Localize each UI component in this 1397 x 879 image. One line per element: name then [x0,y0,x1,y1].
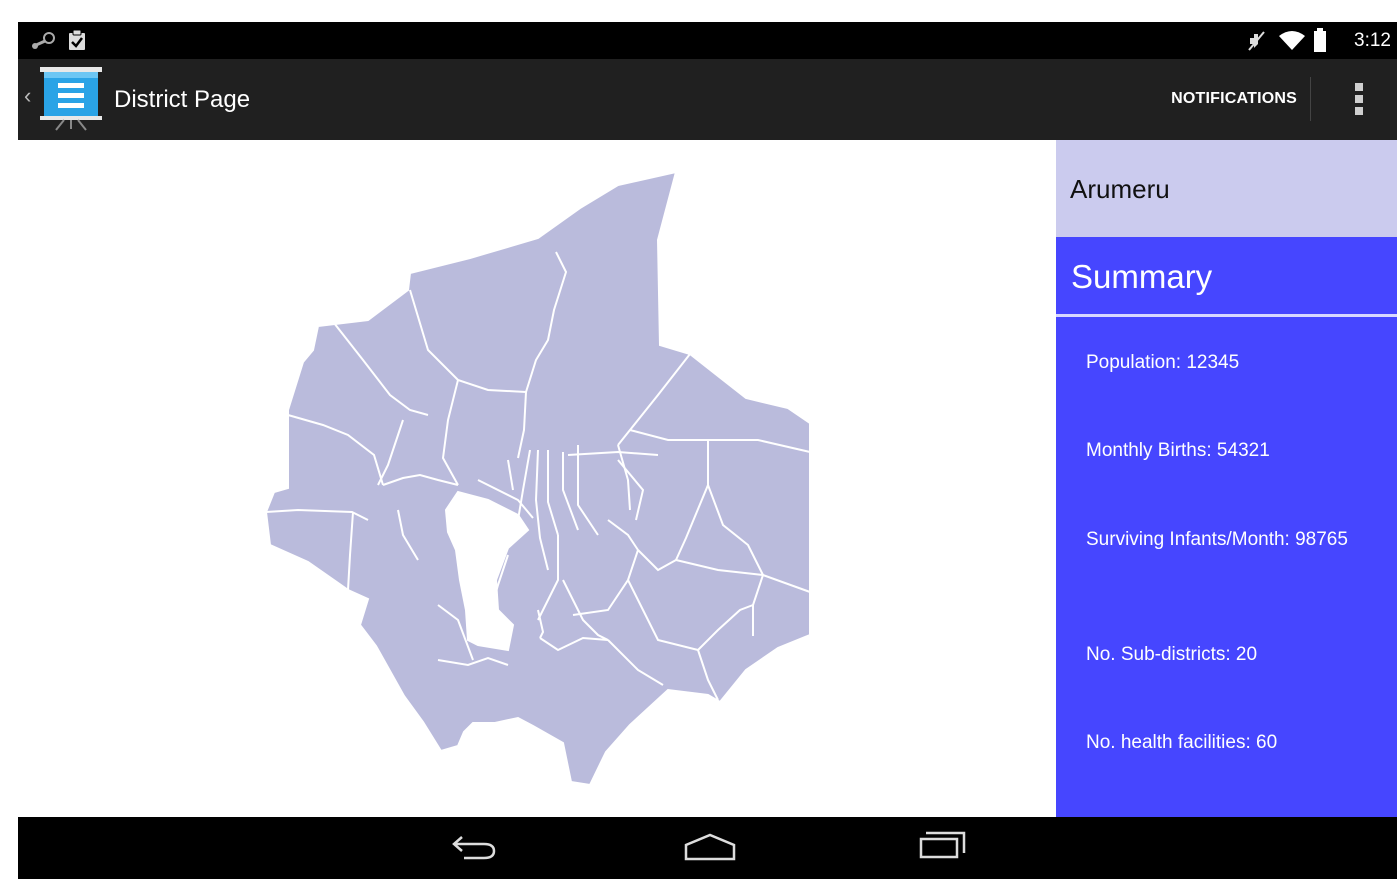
navigation-bar [18,817,1397,879]
stat-population: Population: 12345 [1086,352,1240,373]
notifications-button[interactable]: NOTIFICATIONS [1171,90,1297,108]
summary-panel: Arumeru Summary Population: 12345 Monthl… [1056,140,1397,817]
up-caret-icon[interactable]: ‹ [24,83,31,109]
district-map-svg [264,170,811,787]
action-divider [1310,77,1311,121]
mute-icon [1248,31,1265,51]
presentation-board-icon[interactable] [38,67,104,131]
status-bar: 3:12 [18,22,1397,59]
stat-health-facilities: No. health facilities: 60 [1086,732,1278,753]
steam-icon [32,32,55,49]
main-content: Arumeru Summary Population: 12345 Monthl… [18,140,1397,817]
district-name: Arumeru [1070,174,1170,204]
battery-icon [1314,28,1326,52]
district-name-header: Arumeru [1056,140,1397,237]
home-icon[interactable] [682,833,738,863]
stat-monthly-births: Monthly Births: 54321 [1086,440,1270,461]
stat-sub-districts: No. Sub-districts: 20 [1086,644,1258,665]
back-icon[interactable] [450,831,500,863]
device-screen: 3:12 ‹ District Page NOTIFICATIONS Arume… [18,22,1397,879]
summary-title: Summary [1071,258,1213,295]
map-region-outline[interactable] [264,170,811,787]
status-time: 3:12 [1354,30,1391,51]
more-vert-icon[interactable] [1355,83,1363,117]
clipboard-check-icon [69,29,85,50]
page-title: District Page [114,86,251,113]
wifi-icon [1279,31,1305,50]
recents-icon[interactable] [918,829,968,863]
district-map [18,140,1056,817]
action-bar: ‹ District Page NOTIFICATIONS [18,59,1397,140]
summary-divider [1056,314,1397,317]
stat-surviving-infants: Surviving Infants/Month: 98765 [1086,529,1348,550]
